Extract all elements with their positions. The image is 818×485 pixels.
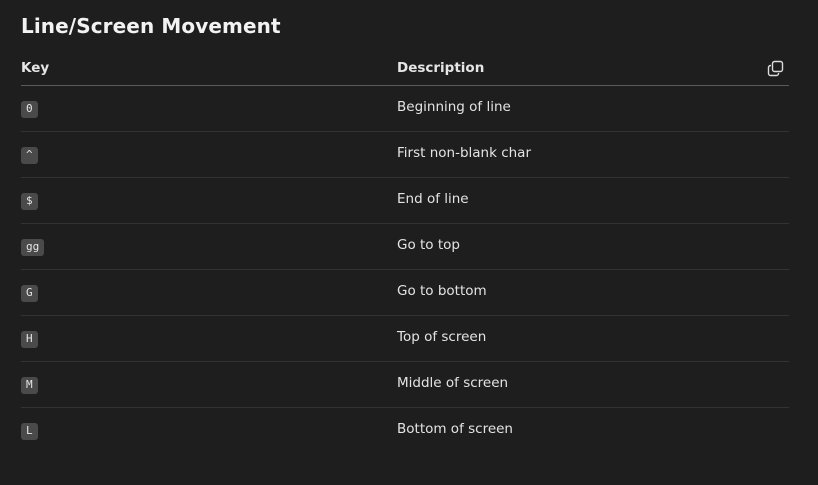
copy-icon: [767, 60, 783, 76]
key-description: Bottom of screen: [397, 421, 513, 437]
key-badge: G: [21, 285, 38, 302]
table-row: 0 Beginning of line: [21, 86, 789, 132]
table-header: Key Description: [21, 52, 789, 86]
copy-button[interactable]: [765, 58, 785, 78]
table-row: gg Go to top: [21, 224, 789, 270]
key-badge: L: [21, 423, 38, 440]
key-badge: H: [21, 331, 38, 348]
table-row: G Go to bottom: [21, 270, 789, 316]
table-row: ^ First non-blank char: [21, 132, 789, 178]
page-title: Line/Screen Movement: [21, 14, 281, 38]
table-row: L Bottom of screen: [21, 408, 789, 453]
key-badge: M: [21, 377, 38, 394]
column-header-description: Description: [397, 60, 485, 76]
key-badge: gg: [21, 239, 45, 256]
key-badge: 0: [21, 101, 38, 118]
key-badge: $: [21, 193, 38, 210]
column-header-key: Key: [21, 60, 50, 76]
key-description: First non-blank char: [397, 145, 532, 161]
key-badge: ^: [21, 147, 38, 164]
shortcut-table: Key Description 0 Beginning of line ^ Fi…: [21, 52, 789, 453]
key-description: Middle of screen: [397, 375, 509, 391]
key-description: Go to bottom: [397, 283, 487, 299]
key-description: Beginning of line: [397, 99, 511, 115]
table-row: $ End of line: [21, 178, 789, 224]
key-description: Go to top: [397, 237, 460, 253]
table-row: H Top of screen: [21, 316, 789, 362]
key-description: End of line: [397, 191, 469, 207]
key-description: Top of screen: [397, 329, 487, 345]
table-row: M Middle of screen: [21, 362, 789, 408]
